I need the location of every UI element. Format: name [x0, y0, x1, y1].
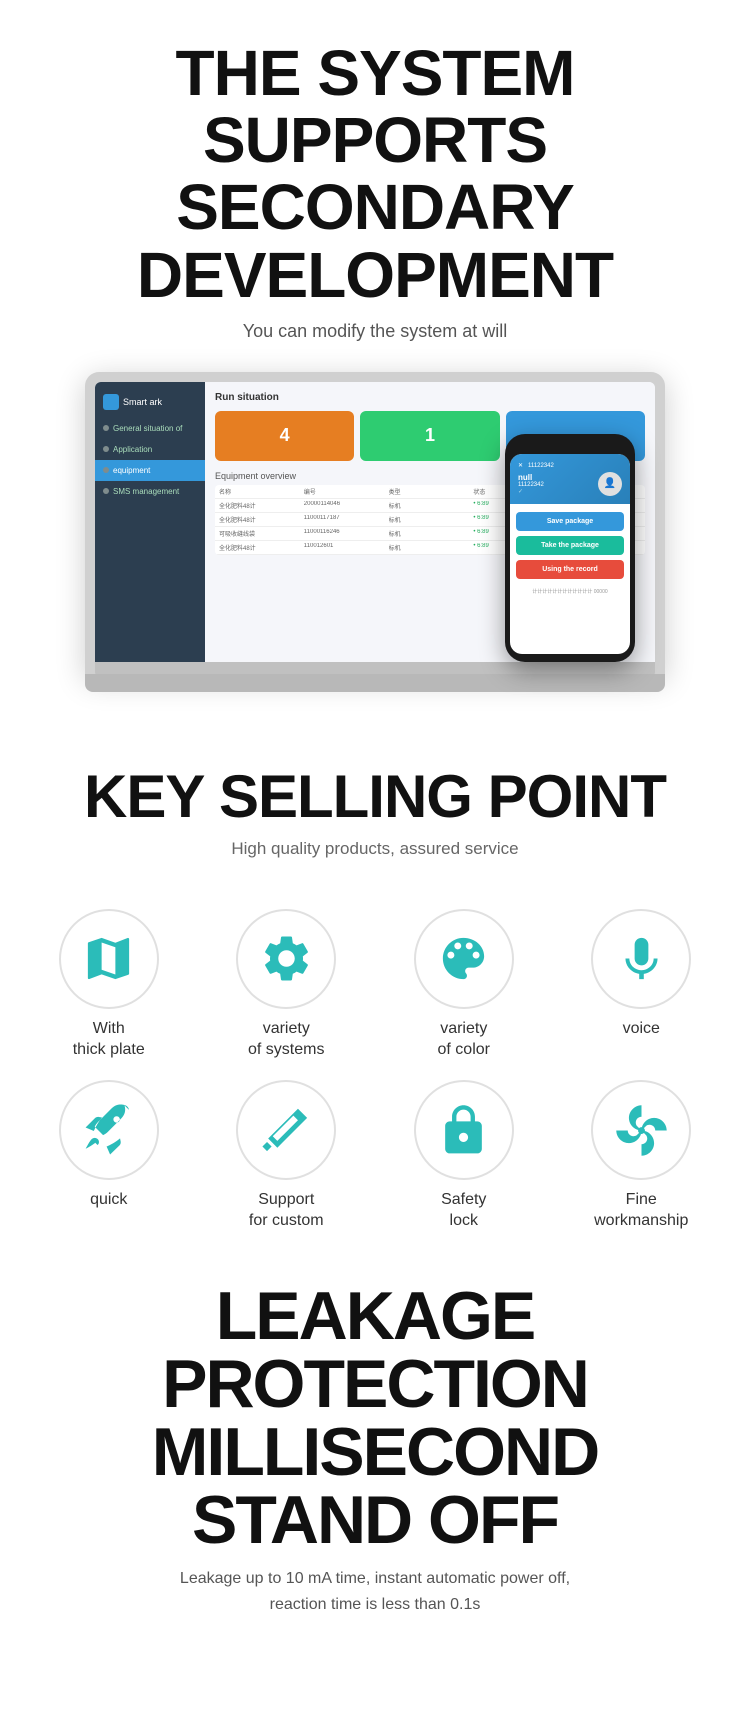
sidebar-dot — [103, 425, 109, 431]
features-grid-row2: quick Supportfor custom Safetylock Finew… — [0, 1070, 750, 1252]
feature-label-map: Withthick plate — [73, 1019, 145, 1061]
sidebar-item-application[interactable]: Application — [95, 439, 205, 460]
leakage-section: LEAKAGE PROTECTION MILLISECOND STAND OFF… — [0, 1252, 750, 1627]
laptop-mockup: Smart ark General situation of Applicati… — [85, 372, 665, 692]
leakage-title: LEAKAGE PROTECTION MILLISECOND STAND OFF — [20, 1282, 730, 1554]
selling-title: KEY SELLING POINT — [20, 762, 730, 831]
features-grid-row1: Withthick plate varietyof systems variet… — [0, 879, 750, 1071]
leakage-desc: Leakage up to 10 mA time, instant automa… — [20, 1566, 730, 1617]
phone-user-row: null 11122342 ✓ 👤 — [518, 472, 622, 496]
phone-take-btn[interactable]: Take the package — [516, 536, 624, 555]
lock-icon — [436, 1103, 491, 1158]
feature-item-mic: voice — [563, 909, 721, 1061]
status-card-online: 4 — [215, 411, 354, 461]
feature-label-mic: voice — [623, 1019, 660, 1040]
fan-icon — [614, 1103, 669, 1158]
phone-outer: ✕ 11122342 null 11122342 ✓ 👤 Save packag… — [505, 434, 635, 662]
map-icon — [81, 931, 136, 986]
phone-save-btn[interactable]: Save package — [516, 512, 624, 531]
device-mockup-section: Smart ark General situation of Applicati… — [0, 362, 750, 712]
phone-screen: ✕ 11122342 null 11122342 ✓ 👤 Save packag… — [510, 454, 630, 654]
feature-label-ruler: Supportfor custom — [249, 1190, 324, 1232]
feature-label-gear: varietyof systems — [248, 1019, 324, 1061]
sidebar-item-general[interactable]: General situation of — [95, 418, 205, 439]
feature-item-rocket: quick — [30, 1080, 188, 1232]
rocket-icon — [81, 1103, 136, 1158]
feature-icon-circle-ruler — [236, 1080, 336, 1180]
feature-icon-circle-lock — [414, 1080, 514, 1180]
feature-label-palette: varietyof color — [438, 1019, 490, 1061]
sidebar-dot — [103, 488, 109, 494]
sidebar-item-equipment[interactable]: equipment — [95, 460, 205, 481]
hero-subtitle: You can modify the system at will — [30, 321, 720, 342]
feature-item-fan: Fineworkmanship — [563, 1080, 721, 1232]
feature-icon-circle-map — [59, 909, 159, 1009]
feature-label-rocket: quick — [90, 1190, 127, 1211]
laptop-bottom-bar — [85, 674, 665, 692]
sidebar-dot — [103, 446, 109, 452]
phone-mockup: ✕ 11122342 null 11122342 ✓ 👤 Save packag… — [505, 434, 635, 662]
feature-item-palette: varietyof color — [385, 909, 543, 1061]
hero-section: THE SYSTEM SUPPORTS SECONDARY DEVELOPMEN… — [0, 0, 750, 362]
laptop-run-title: Run situation — [215, 392, 645, 403]
sidebar-item-sms[interactable]: SMS management — [95, 481, 205, 502]
gear-icon — [259, 931, 314, 986]
phone-footer-text: 计计计计计计计计计计计计 00000 — [516, 584, 624, 599]
feature-item-gear: varietyof systems — [208, 909, 366, 1061]
selling-subtitle: High quality products, assured service — [20, 839, 730, 859]
feature-item-ruler: Supportfor custom — [208, 1080, 366, 1232]
laptop-sidebar: Smart ark General situation of Applicati… — [95, 382, 205, 662]
feature-label-fan: Fineworkmanship — [594, 1190, 688, 1232]
feature-icon-circle-rocket — [59, 1080, 159, 1180]
phone-header: ✕ 11122342 null 11122342 ✓ 👤 — [510, 454, 630, 504]
sidebar-logo-icon — [103, 394, 119, 410]
ruler-icon — [259, 1103, 314, 1158]
palette-icon — [436, 931, 491, 986]
phone-notch — [550, 442, 590, 450]
feature-icon-circle-gear — [236, 909, 336, 1009]
status-card-error: 1 — [360, 411, 499, 461]
sidebar-dot — [103, 467, 109, 473]
phone-content: Save package Take the package Using the … — [510, 504, 630, 607]
phone-record-btn[interactable]: Using the record — [516, 560, 624, 579]
hero-title: THE SYSTEM SUPPORTS SECONDARY DEVELOPMEN… — [30, 40, 720, 309]
selling-section: KEY SELLING POINT High quality products,… — [0, 712, 750, 879]
feature-icon-circle-mic — [591, 909, 691, 1009]
feature-icon-circle-palette — [414, 909, 514, 1009]
laptop-brand: Smart ark — [95, 390, 205, 418]
phone-avatar: 👤 — [598, 472, 622, 496]
feature-label-lock: Safetylock — [441, 1190, 486, 1232]
feature-item-map: Withthick plate — [30, 909, 188, 1061]
feature-icon-circle-fan — [591, 1080, 691, 1180]
mic-icon — [614, 931, 669, 986]
feature-item-lock: Safetylock — [385, 1080, 543, 1232]
